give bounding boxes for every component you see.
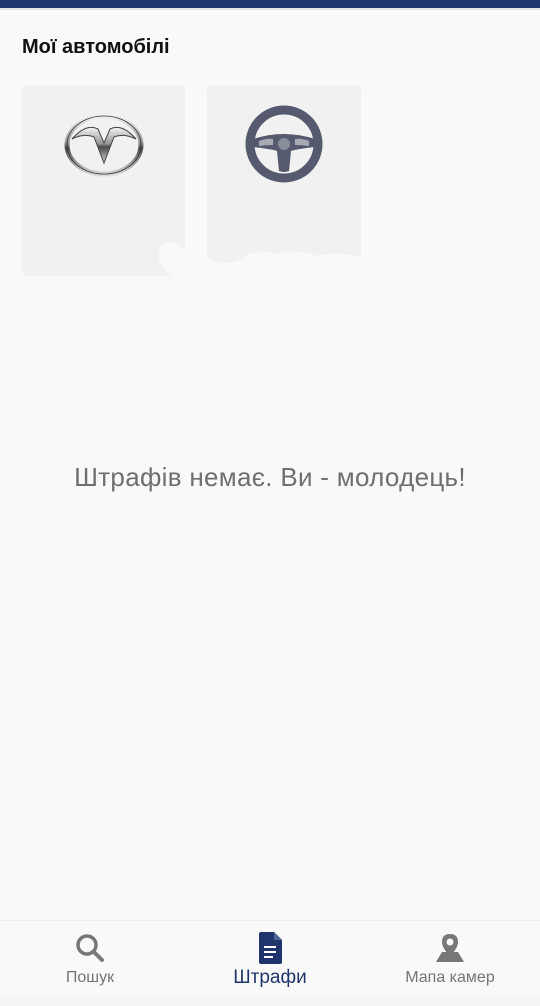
status-bar (0, 0, 540, 8)
system-navigation-bar (0, 996, 540, 1006)
card-torn-edge (207, 251, 361, 276)
nav-item-search[interactable]: Пошук (0, 921, 180, 1006)
no-fines-message: Штрафів немає. Ви - молодець! (74, 462, 466, 492)
card-torn-edge (158, 206, 185, 276)
steering-wheel-icon (245, 105, 323, 183)
toolbar-divider (0, 8, 540, 10)
document-icon (253, 931, 287, 965)
car-card-default[interactable] (207, 85, 361, 276)
nav-label-fines: Штрафи (233, 967, 307, 988)
nav-label-camera-map: Мапа камер (405, 969, 495, 986)
search-icon (73, 931, 107, 965)
map-pin-icon (433, 931, 467, 965)
bottom-navigation: Пошук Штрафи Мапа камер (0, 920, 540, 1006)
nav-label-search: Пошук (65, 969, 115, 986)
nav-item-camera-map[interactable]: Мапа камер (360, 921, 540, 1006)
mazda-logo-icon (64, 113, 143, 177)
section-title-my-cars: Мої автомобілі (22, 36, 170, 58)
nav-item-fines[interactable]: Штрафи (180, 921, 360, 1006)
car-card-mazda[interactable] (22, 85, 185, 276)
